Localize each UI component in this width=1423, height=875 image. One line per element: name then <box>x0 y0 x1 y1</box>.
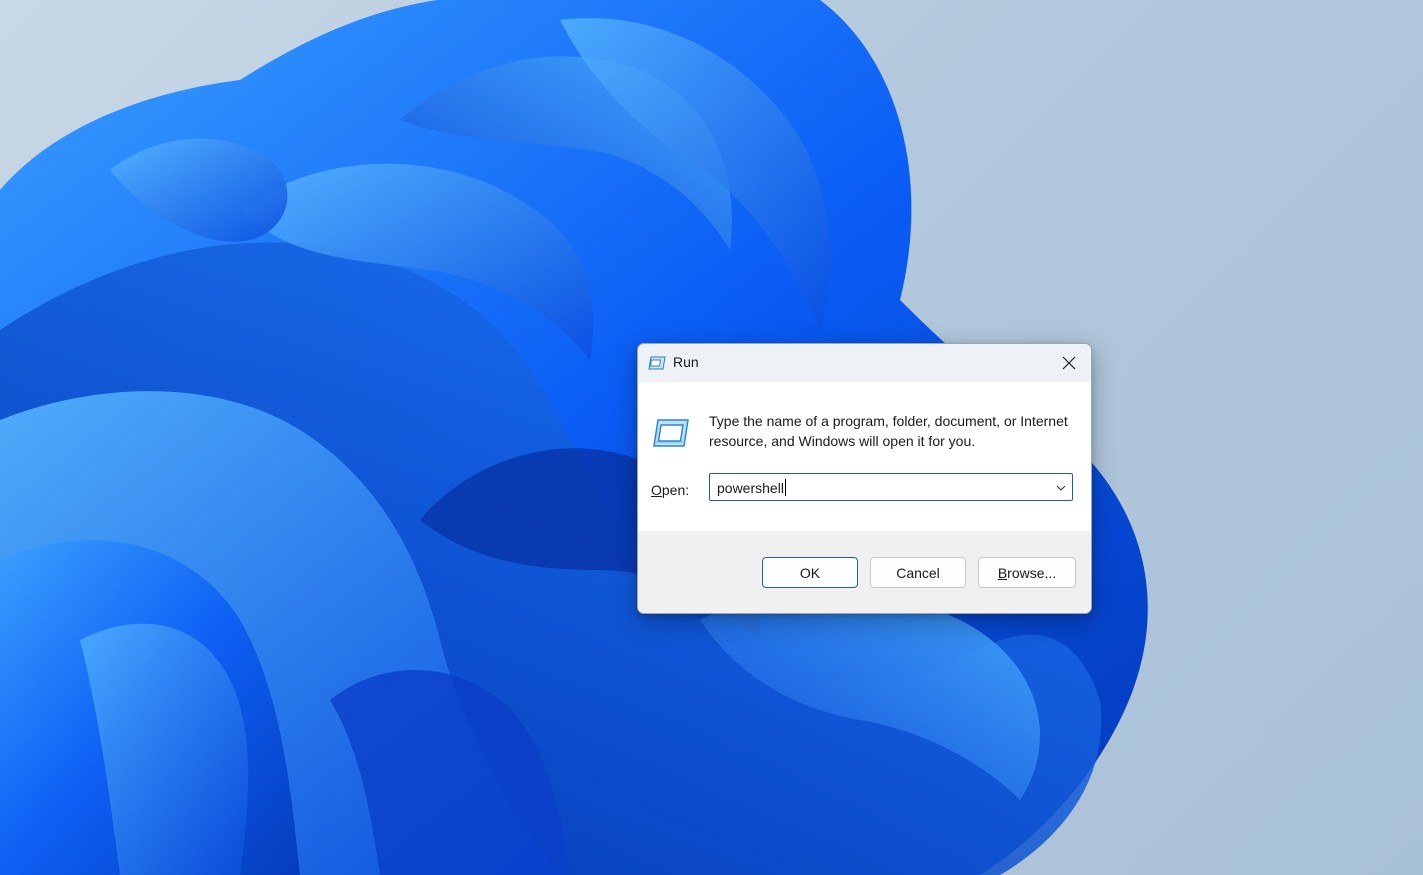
open-combobox[interactable]: powershell <box>709 473 1073 501</box>
cancel-button[interactable]: Cancel <box>870 557 966 588</box>
run-icon <box>648 356 666 370</box>
ok-button[interactable]: OK <box>762 557 858 588</box>
title-bar[interactable]: Run <box>638 344 1091 382</box>
browse-label: rowse... <box>1007 564 1057 581</box>
chevron-down-icon[interactable] <box>1054 481 1068 495</box>
run-icon <box>653 419 689 447</box>
dialog-title: Run <box>673 354 699 370</box>
open-input[interactable]: powershell <box>717 479 786 496</box>
open-label: Open: <box>651 482 689 498</box>
close-icon <box>1062 356 1076 370</box>
close-button[interactable] <box>1047 344 1091 382</box>
open-label-accelerator: O <box>651 482 662 498</box>
button-bar: OK Cancel Browse... <box>638 531 1091 613</box>
text-caret <box>784 479 786 496</box>
browse-button[interactable]: Browse... <box>978 557 1076 588</box>
dialog-content: Type the name of a program, folder, docu… <box>638 382 1091 531</box>
run-dialog: Run Type the name of a program, folder, … <box>637 343 1092 614</box>
open-label-text: pen: <box>661 482 690 498</box>
dialog-description: Type the name of a program, folder, docu… <box>709 413 1068 449</box>
browse-accelerator: B <box>997 564 1008 581</box>
open-input-value: powershell <box>717 480 784 496</box>
desktop: Run Type the name of a program, folder, … <box>0 0 1423 875</box>
